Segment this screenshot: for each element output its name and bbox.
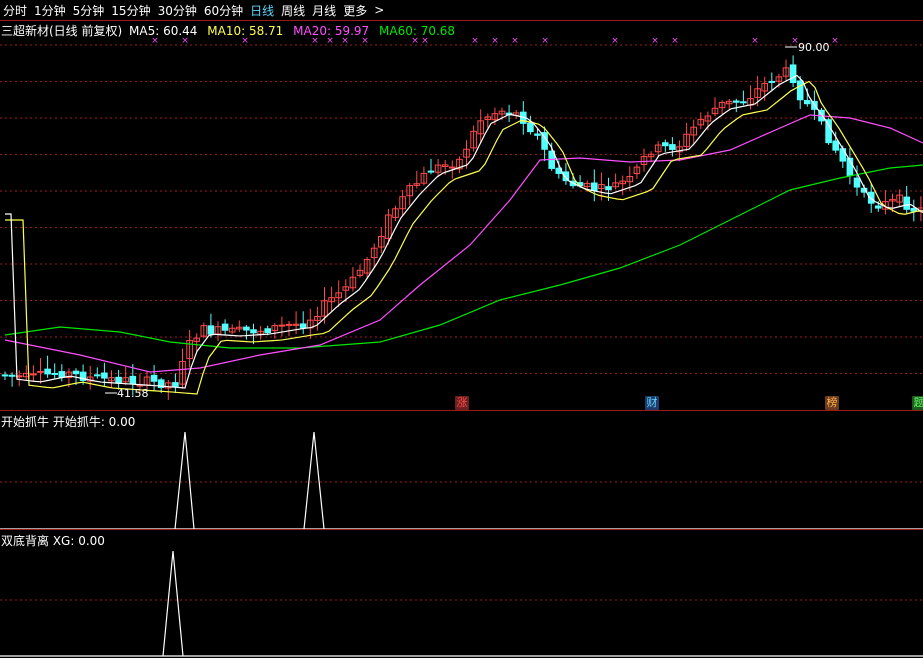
candle-body xyxy=(250,329,257,334)
candle-body xyxy=(796,80,804,101)
candle-body xyxy=(172,382,179,387)
signal-marker: × xyxy=(151,36,159,46)
signal-marker: × xyxy=(241,36,249,46)
candle-body xyxy=(534,133,541,136)
candle-body xyxy=(853,177,861,188)
candle-body xyxy=(875,205,882,209)
signal-marker: × xyxy=(341,36,349,46)
candle-body xyxy=(789,64,797,84)
signal-marker: × xyxy=(541,36,549,46)
candle-body xyxy=(832,140,840,151)
signal-marker: × xyxy=(611,36,619,46)
candle-body xyxy=(8,374,16,377)
candle-body xyxy=(910,207,918,212)
candle-body xyxy=(662,142,669,147)
candle-body xyxy=(278,324,286,327)
candle-body xyxy=(129,375,137,385)
panel2-spike xyxy=(174,431,195,530)
candle-body xyxy=(150,374,158,382)
candle-body xyxy=(264,328,271,334)
candle-body xyxy=(1,374,9,377)
tag-limit-up[interactable]: 涨 xyxy=(455,396,469,410)
candle-body xyxy=(740,101,747,104)
candle-body xyxy=(115,376,122,384)
signal-marker: × xyxy=(471,36,479,46)
candle-body xyxy=(37,370,44,373)
signal-marker: × xyxy=(181,36,189,46)
tag-billboard[interactable]: 榜 xyxy=(825,396,839,410)
ma5-line xyxy=(5,74,923,389)
candle-body xyxy=(605,186,612,191)
candle-body xyxy=(804,100,811,105)
candle-body xyxy=(207,325,215,335)
panel3-divider xyxy=(0,529,923,530)
signal-marker: × xyxy=(751,36,759,46)
signal-marker: × xyxy=(311,36,319,46)
candle-body xyxy=(591,182,598,192)
signal-marker: × xyxy=(651,36,659,46)
candle-body xyxy=(299,323,307,329)
panel2-spike xyxy=(303,431,325,530)
candle-body xyxy=(51,372,59,375)
candle-body xyxy=(30,373,37,376)
candle-body xyxy=(427,170,435,173)
panel3-spike xyxy=(162,550,184,657)
signal-marker: × xyxy=(326,36,334,46)
ma10-line xyxy=(5,80,923,395)
candle-body xyxy=(669,144,676,150)
candle-body xyxy=(221,323,229,331)
candle-body xyxy=(825,119,832,144)
panel2-divider xyxy=(0,410,923,411)
candle-body xyxy=(285,323,293,326)
high-price-label: 90.00 xyxy=(798,41,830,54)
kline-chart[interactable]: × × × × × × × × × × × × × × × × × × ×90.0041.58 xyxy=(0,0,923,658)
panel2-label: 开始抓牛 开始抓牛: 0.00 xyxy=(1,415,136,429)
candle-body xyxy=(839,148,847,162)
signal-marker: × xyxy=(511,36,519,46)
candle-body xyxy=(903,196,911,210)
candle-body xyxy=(527,122,534,133)
candle-body xyxy=(101,372,108,379)
candle-body xyxy=(449,166,456,169)
signal-marker: × xyxy=(491,36,499,46)
candle-body xyxy=(243,326,250,331)
signal-marker: × xyxy=(671,36,679,46)
candle-body xyxy=(768,80,776,83)
panel3-label: 双底背离 XG: 0.00 xyxy=(1,534,105,548)
candle-body xyxy=(72,370,80,375)
candle-body xyxy=(58,371,66,378)
candle-body xyxy=(733,100,740,103)
signal-marker: × xyxy=(421,36,429,46)
ma60-line xyxy=(4,164,923,349)
tag-topic[interactable]: 题 xyxy=(912,396,923,410)
signal-marker: × xyxy=(831,36,839,46)
low-price-label: 41.58 xyxy=(117,387,149,400)
signal-marker: × xyxy=(411,36,419,46)
candle-body xyxy=(94,374,101,377)
tag-finance[interactable]: 财 xyxy=(645,396,659,410)
candle-body xyxy=(44,368,51,375)
signal-marker: × xyxy=(361,36,369,46)
